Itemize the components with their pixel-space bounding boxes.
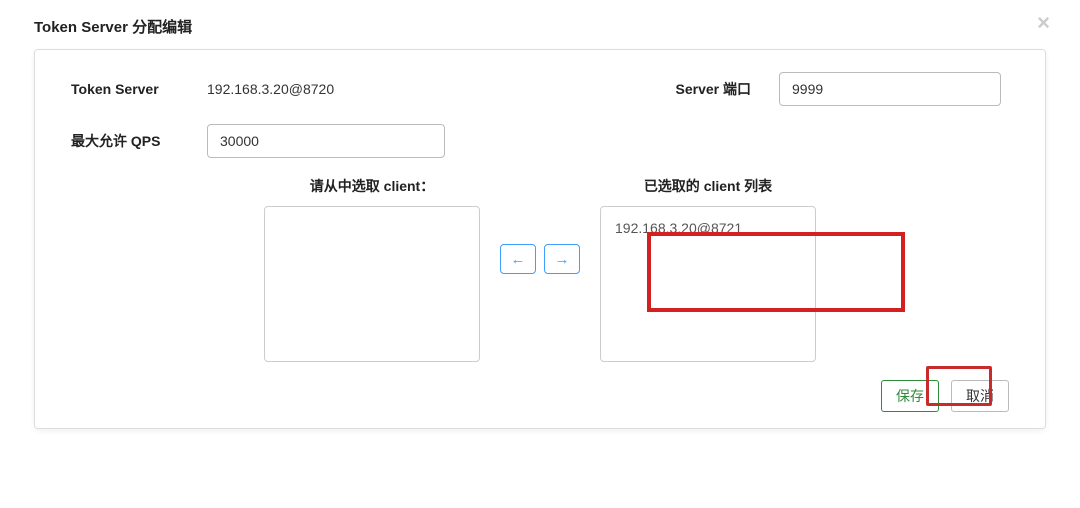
- arrow-right-icon: →: [555, 251, 570, 268]
- save-button[interactable]: 保存: [881, 380, 939, 412]
- max-qps-input[interactable]: [207, 124, 445, 158]
- selected-title: 已选取的 client 列表: [644, 176, 772, 196]
- list-item[interactable]: 192.168.3.20@8721: [615, 217, 801, 239]
- move-left-button[interactable]: ←: [500, 244, 536, 274]
- move-right-button[interactable]: →: [544, 244, 580, 274]
- token-server-group: Token Server 192.168.3.20@8720: [71, 81, 636, 97]
- selected-column: 已选取的 client 列表 192.168.3.20@8721: [600, 176, 816, 362]
- token-server-dialog: Token Server 分配编辑 × Token Server 192.168…: [10, 4, 1070, 429]
- max-qps-group: 最大允许 QPS: [71, 124, 445, 158]
- cancel-button[interactable]: 取消: [951, 380, 1009, 412]
- dialog-footer: 保存 取消: [71, 380, 1009, 412]
- close-icon[interactable]: ×: [1037, 10, 1050, 36]
- available-listbox[interactable]: [264, 206, 480, 362]
- client-transfer: 请从中选取 client： ← → 已选取的 client 列表 192.168…: [71, 176, 1009, 362]
- available-title: 请从中选取 client：: [310, 176, 434, 196]
- server-port-label: Server 端口: [676, 79, 751, 99]
- transfer-buttons: ← →: [500, 244, 580, 274]
- token-server-label: Token Server: [71, 81, 183, 97]
- selected-listbox[interactable]: 192.168.3.20@8721: [600, 206, 816, 362]
- token-server-value: 192.168.3.20@8720: [207, 81, 334, 97]
- form-row-2: 最大允许 QPS: [71, 124, 1009, 158]
- dialog-title: Token Server 分配编辑: [10, 4, 1070, 49]
- arrow-left-icon: ←: [511, 251, 526, 268]
- dialog-panel: Token Server 192.168.3.20@8720 Server 端口…: [34, 49, 1046, 429]
- server-port-input[interactable]: [779, 72, 1001, 106]
- max-qps-label: 最大允许 QPS: [71, 131, 183, 151]
- form-row-1: Token Server 192.168.3.20@8720 Server 端口: [71, 72, 1009, 106]
- server-port-group: Server 端口: [676, 72, 1001, 106]
- available-column: 请从中选取 client：: [264, 176, 480, 362]
